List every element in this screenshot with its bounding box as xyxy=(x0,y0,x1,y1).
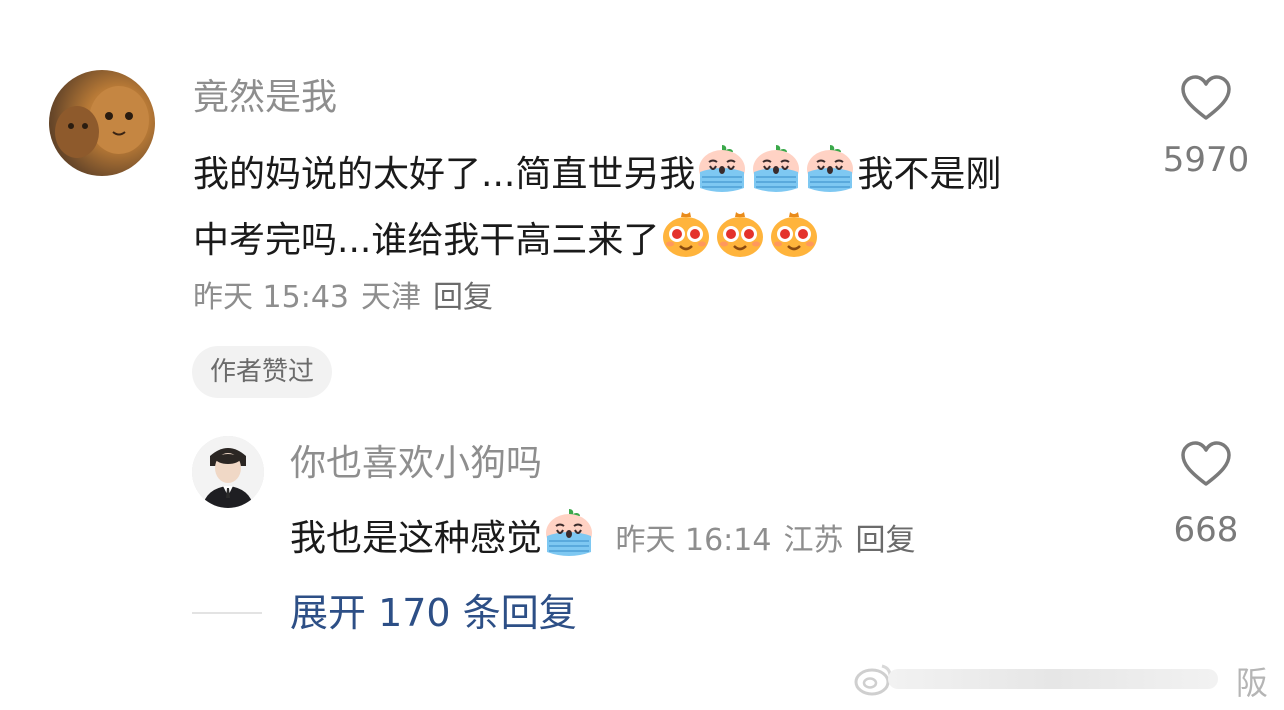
crying-emoji-icon xyxy=(804,142,856,194)
reply-button[interactable]: 回复 xyxy=(433,280,493,315)
comment-username[interactable]: 竟然是我 xyxy=(193,76,337,120)
comment-text: 我的妈说的太好了...简直世另我 我不是刚 xyxy=(193,142,1001,197)
comment-text-line1-b: 我不是刚 xyxy=(857,154,1002,195)
reply-time: 昨天 16:14 xyxy=(615,523,772,558)
expand-divider xyxy=(192,612,262,614)
reply-avatar[interactable] xyxy=(192,436,264,508)
comment-location: 天津 xyxy=(361,280,421,315)
crying-emoji-icon xyxy=(750,142,802,194)
reply-like[interactable]: 668 xyxy=(1160,440,1252,550)
expand-replies-button[interactable]: 展开 170 条回复 xyxy=(290,590,577,636)
reply-text: 我也是这种感觉 昨天 16:14 江苏 回复 xyxy=(290,506,927,561)
starstruck-emoji-icon xyxy=(660,208,712,260)
comment-time: 昨天 15:43 xyxy=(193,280,349,315)
crying-emoji-icon xyxy=(696,142,748,194)
reply-like-count: 668 xyxy=(1173,510,1239,550)
reply-meta: 昨天 16:14 江苏 回复 xyxy=(615,523,927,558)
reply-reply-button[interactable]: 回复 xyxy=(855,523,915,558)
cat-avatar-icon xyxy=(55,86,149,158)
comment-like[interactable]: 5970 xyxy=(1160,74,1252,180)
watermark: 阪 xyxy=(854,656,1274,702)
watermark-char: 阪 xyxy=(1235,664,1268,702)
avatar[interactable] xyxy=(49,70,155,176)
crying-emoji-icon xyxy=(543,506,595,558)
comment-text-line2-text: 中考完吗...谁给我干高三来了 xyxy=(193,220,660,261)
comment-text-line1-a: 我的妈说的太好了...简直世另我 xyxy=(193,154,696,195)
comment-meta: 昨天 15:43 天津 回复 xyxy=(193,278,505,318)
starstruck-emoji-icon xyxy=(768,208,820,260)
watermark-bar xyxy=(888,669,1218,689)
reply-username[interactable]: 你也喜欢小狗吗 xyxy=(290,442,542,486)
reply-location: 江苏 xyxy=(783,523,844,558)
heart-icon[interactable] xyxy=(1180,74,1232,122)
person-avatar-icon xyxy=(192,436,264,508)
reply-text-content: 我也是这种感觉 xyxy=(290,518,543,559)
like-count: 5970 xyxy=(1162,140,1250,180)
starstruck-emoji-icon xyxy=(714,208,766,260)
author-liked-badge: 作者赞过 xyxy=(192,346,333,398)
comment-text-line2: 中考完吗...谁给我干高三来了 xyxy=(193,208,821,263)
heart-icon[interactable] xyxy=(1180,440,1232,488)
